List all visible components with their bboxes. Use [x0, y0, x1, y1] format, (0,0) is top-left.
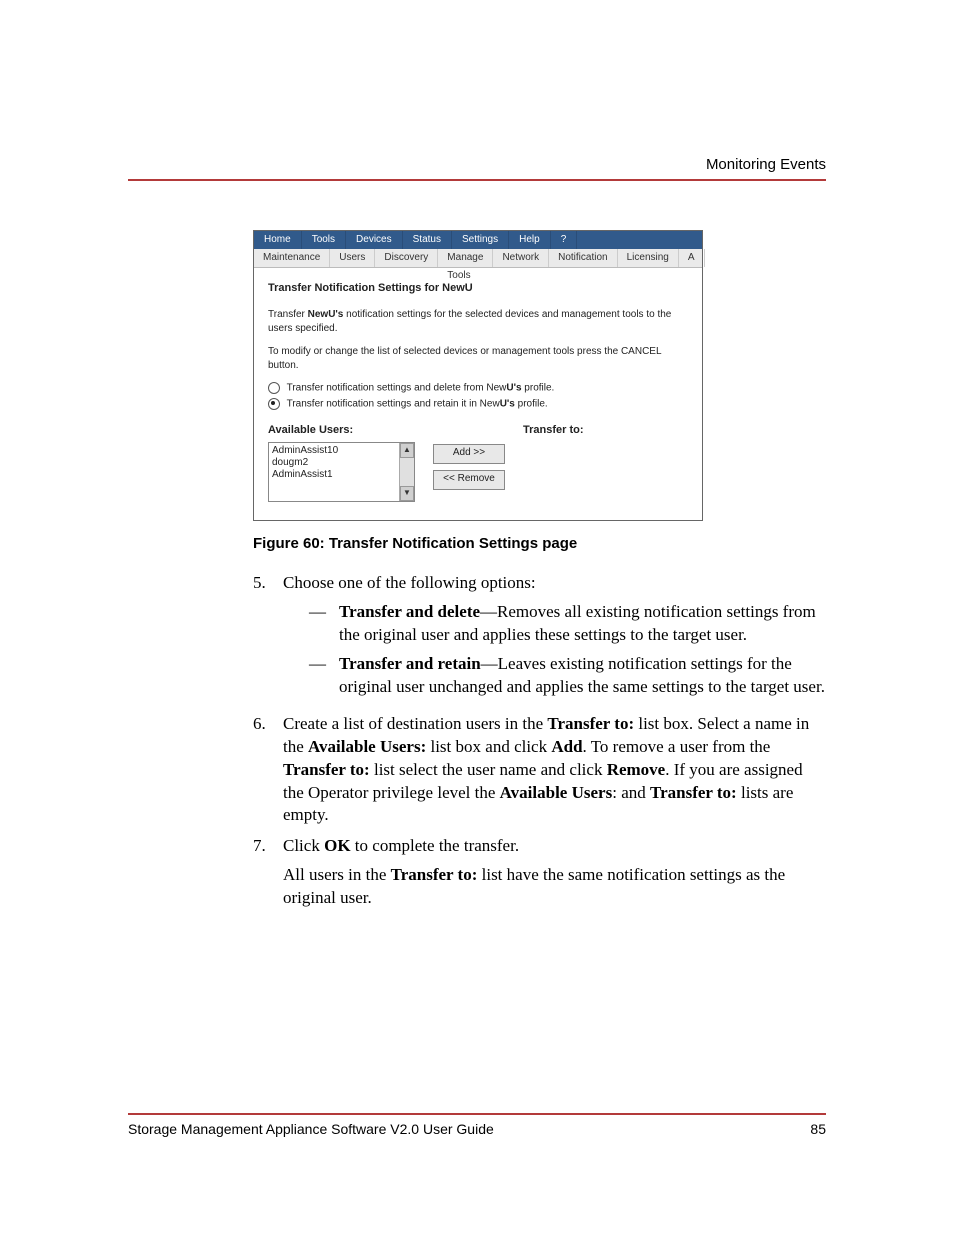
radio-icon: [268, 382, 280, 394]
step-number: 6.: [253, 713, 283, 828]
text-bold: Transfer and delete: [339, 602, 480, 621]
text: : and: [612, 783, 650, 802]
radio-transfer-retain[interactable]: Transfer notification settings and retai…: [268, 398, 688, 410]
transfer-buttons: Add >> << Remove: [433, 424, 505, 502]
panel-intro: Transfer NewU's notification settings fo…: [268, 308, 688, 335]
panel-body: Transfer Notification Settings for NewU …: [254, 268, 702, 520]
section-title: Monitoring Events: [128, 156, 826, 173]
text: Transfer: [268, 309, 308, 320]
dash: —: [309, 653, 339, 699]
radio-label-bold: U's: [500, 399, 515, 410]
text: list select the user name and click: [370, 760, 607, 779]
menu-question[interactable]: ?: [551, 231, 578, 249]
step-5: 5. Choose one of the following options: …: [253, 572, 826, 705]
step-5a: — Transfer and delete—Removes all existi…: [309, 601, 826, 647]
panel-heading: Transfer Notification Settings for NewU: [268, 282, 688, 294]
scrollbar[interactable]: ▲ ▼: [399, 443, 414, 501]
text: list box and click: [426, 737, 551, 756]
text: Click: [283, 836, 324, 855]
figure-screenshot: Home Tools Devices Status Settings Help …: [253, 230, 703, 521]
list-items: AdminAssist10 dougm2 AdminAssist1: [269, 443, 414, 483]
submenu-manage-tools[interactable]: Manage Tools: [438, 249, 493, 267]
header-rule: [128, 179, 826, 181]
text: to complete the transfer.: [351, 836, 520, 855]
radio-label: Transfer notification settings and delet…: [287, 383, 507, 394]
radio-transfer-delete[interactable]: Transfer notification settings and delet…: [268, 382, 688, 394]
radio-icon: [268, 398, 280, 410]
text: . To remove a user from the: [583, 737, 771, 756]
radio-label: profile.: [522, 383, 555, 394]
available-label: Available Users:: [268, 424, 415, 436]
transfer-column: Transfer to:: [523, 424, 584, 502]
menu-status[interactable]: Status: [403, 231, 452, 249]
sub-menu-bar: Maintenance Users Discovery Manage Tools…: [254, 249, 702, 268]
footer-row: Storage Management Appliance Software V2…: [128, 1121, 826, 1137]
remove-button[interactable]: << Remove: [433, 470, 505, 490]
page-number: 85: [810, 1121, 826, 1137]
text-bold: Transfer and retain: [339, 654, 481, 673]
option-text: Transfer and retain—Leaves existing noti…: [339, 653, 826, 699]
lists-row: Available Users: AdminAssist10 dougm2 Ad…: [268, 424, 688, 502]
content-area: Home Tools Devices Status Settings Help …: [253, 230, 826, 918]
text-bold: Remove: [607, 760, 666, 779]
submenu-users[interactable]: Users: [330, 249, 375, 267]
available-column: Available Users: AdminAssist10 dougm2 Ad…: [268, 424, 415, 502]
list-item[interactable]: dougm2: [272, 457, 411, 469]
step-body: Create a list of destination users in th…: [283, 713, 826, 828]
text-bold: Transfer to:: [391, 865, 478, 884]
step-number: 7.: [253, 835, 283, 910]
scroll-up-icon[interactable]: ▲: [400, 443, 414, 458]
list-item[interactable]: AdminAssist10: [272, 445, 411, 457]
text-bold: Transfer to:: [650, 783, 737, 802]
available-users-listbox[interactable]: AdminAssist10 dougm2 AdminAssist1 ▲ ▼: [268, 442, 415, 502]
option-text: Transfer and delete—Removes all existing…: [339, 601, 826, 647]
radio-label: Transfer notification settings and retai…: [287, 399, 500, 410]
menu-home[interactable]: Home: [254, 231, 302, 249]
menu-bar: Home Tools Devices Status Settings Help …: [254, 231, 702, 249]
step-6: 6. Create a list of destination users in…: [253, 713, 826, 828]
submenu-network[interactable]: Network: [493, 249, 549, 267]
text-bold: Add: [551, 737, 582, 756]
doc-title: Storage Management Appliance Software V2…: [128, 1121, 494, 1137]
text-bold: Transfer to:: [283, 760, 370, 779]
submenu-notification[interactable]: Notification: [549, 249, 617, 267]
panel-note: To modify or change the list of selected…: [268, 345, 688, 372]
text-bold: Available Users: [500, 783, 613, 802]
text: Create a list of destination users in th…: [283, 714, 547, 733]
page-header: Monitoring Events: [128, 156, 826, 181]
dash: —: [309, 601, 339, 647]
submenu-discovery[interactable]: Discovery: [375, 249, 438, 267]
step-body: Choose one of the following options: — T…: [283, 572, 826, 705]
text-bold: OK: [324, 836, 350, 855]
menu-tools[interactable]: Tools: [302, 231, 346, 249]
scroll-down-icon[interactable]: ▼: [400, 486, 414, 501]
text: Choose one of the following options:: [283, 573, 536, 592]
figure-caption: Figure 60: Transfer Notification Setting…: [253, 535, 826, 552]
submenu-maintenance[interactable]: Maintenance: [254, 249, 330, 267]
add-button[interactable]: Add >>: [433, 444, 505, 464]
step-number: 5.: [253, 572, 283, 705]
transfer-label: Transfer to:: [523, 424, 584, 436]
list-item[interactable]: AdminAssist1: [272, 469, 411, 481]
text-bold: Available Users:: [308, 737, 426, 756]
submenu-licensing[interactable]: Licensing: [618, 249, 679, 267]
text-bold: Transfer to:: [547, 714, 634, 733]
footer-rule: [128, 1113, 826, 1115]
text: All users in the: [283, 865, 391, 884]
step-7-follow: All users in the Transfer to: list have …: [283, 864, 826, 910]
page-footer: Storage Management Appliance Software V2…: [128, 1113, 826, 1137]
step-body: Click OK to complete the transfer. All u…: [283, 835, 826, 910]
menu-settings[interactable]: Settings: [452, 231, 509, 249]
text-bold: NewU's: [308, 309, 344, 320]
step-5b: — Transfer and retain—Leaves existing no…: [309, 653, 826, 699]
radio-label: profile.: [515, 399, 548, 410]
menu-help[interactable]: Help: [509, 231, 551, 249]
step-list: 5. Choose one of the following options: …: [253, 572, 826, 910]
menu-devices[interactable]: Devices: [346, 231, 403, 249]
submenu-overflow[interactable]: A: [679, 249, 705, 267]
radio-label-bold: U's: [506, 383, 521, 394]
step-7: 7. Click OK to complete the transfer. Al…: [253, 835, 826, 910]
